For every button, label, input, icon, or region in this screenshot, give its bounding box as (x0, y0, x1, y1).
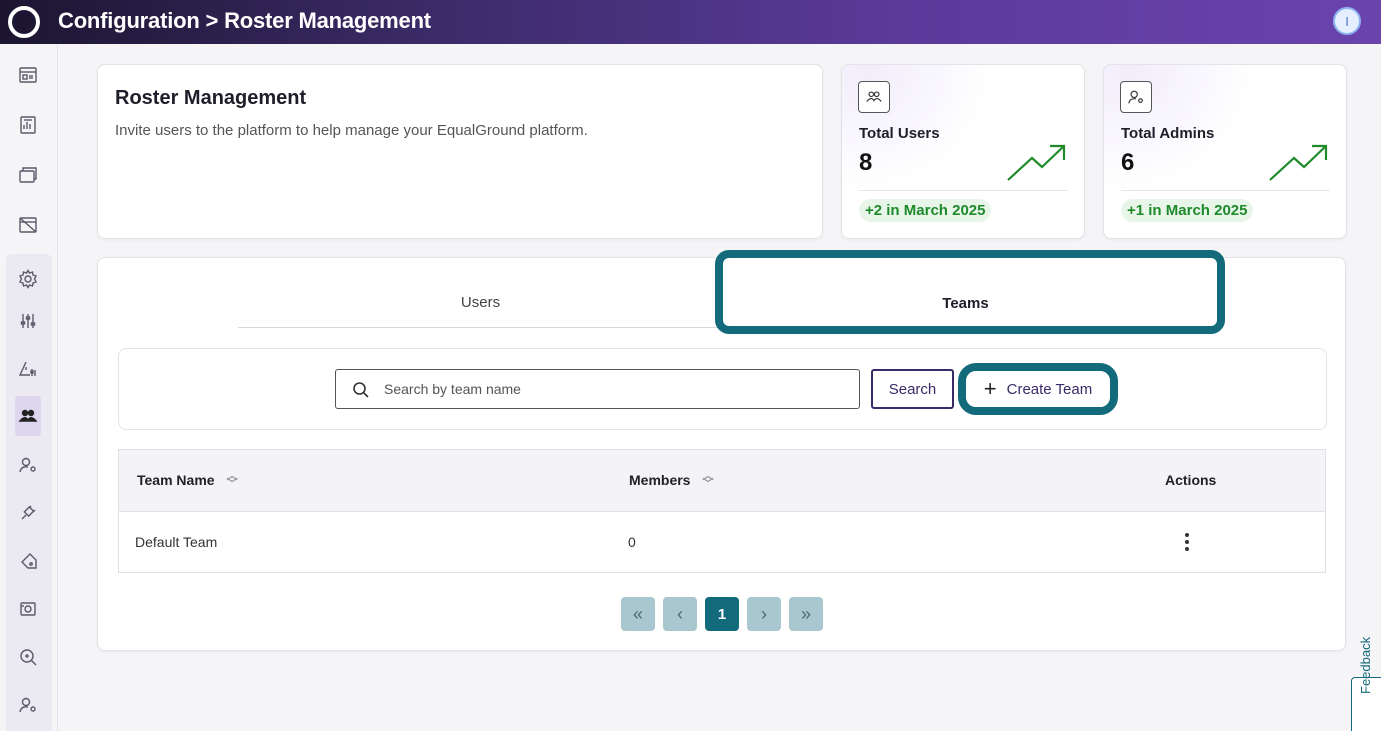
avatar[interactable]: I (1333, 7, 1361, 35)
last-page-button[interactable]: » (789, 597, 823, 631)
windows-icon[interactable] (15, 162, 41, 188)
next-page-button[interactable]: › (747, 597, 781, 631)
gear-icon[interactable] (15, 266, 41, 292)
feedback-tab[interactable]: Feedback (1351, 637, 1381, 731)
user-settings-icon[interactable] (15, 452, 41, 478)
feedback-label: Feedback (1358, 636, 1373, 694)
more-actions-icon[interactable] (1179, 530, 1195, 554)
plus-icon: + (983, 376, 997, 401)
stat-label: Total Users (859, 125, 940, 142)
column-label: Members (629, 472, 691, 488)
users-icon[interactable] (15, 396, 41, 436)
stat-value: 6 (1121, 149, 1135, 176)
sort-icon[interactable]: ︿ ﹀ (227, 471, 238, 490)
toolbar: Search + Create Team (118, 348, 1327, 430)
trend-up-icon (1006, 143, 1068, 183)
total-users-card: Total Users 8 +2 in March 2025 (841, 64, 1085, 239)
section-description: Invite users to the platform to help man… (115, 122, 588, 139)
prev-page-button[interactable]: ‹ (663, 597, 697, 631)
column-actions: Actions (1165, 472, 1216, 488)
team-name-cell: Default Team (135, 534, 218, 550)
create-team-highlight: + Create Team (958, 363, 1118, 415)
report-icon[interactable] (15, 112, 41, 138)
users-icon (858, 81, 890, 113)
search-button[interactable]: Search (871, 369, 954, 409)
first-page-button[interactable]: « (621, 597, 655, 631)
plug-icon[interactable] (15, 500, 41, 526)
camera-icon[interactable] (15, 596, 41, 622)
tab-users[interactable]: Users (238, 278, 723, 328)
search-input[interactable] (384, 370, 844, 408)
divider (1121, 190, 1330, 191)
column-team-name[interactable]: Team Name ︿ ﹀ (137, 471, 238, 490)
admin-icon (1120, 81, 1152, 113)
table-header: Team Name ︿ ﹀ Members ︿ ﹀ Actions (119, 450, 1325, 512)
search-icon (353, 382, 369, 398)
table-row[interactable]: Default Team 0 (119, 512, 1325, 572)
sliders-icon[interactable] (15, 308, 41, 334)
create-team-button[interactable]: + Create Team (966, 371, 1110, 407)
sidebar (0, 44, 58, 731)
stat-change-badge: +2 in March 2025 (859, 199, 992, 222)
tab-teams-highlight (715, 250, 1225, 334)
tag-icon[interactable] (15, 548, 41, 574)
section-title: Roster Management (115, 87, 307, 109)
create-team-label: Create Team (1006, 380, 1093, 398)
divider (859, 190, 1068, 191)
user-settings-icon[interactable] (15, 692, 41, 718)
dashboard-icon[interactable] (15, 62, 41, 88)
alert-settings-icon[interactable] (15, 356, 41, 382)
top-bar: Configuration > Roster Management I (0, 0, 1381, 44)
intro-card: Roster Management Invite users to the pl… (97, 64, 823, 239)
search-zoom-icon[interactable] (15, 644, 41, 670)
trend-up-icon (1268, 143, 1330, 183)
page-1-button[interactable]: 1 (705, 597, 739, 631)
stat-label: Total Admins (1121, 125, 1215, 142)
stat-change-badge: +1 in March 2025 (1121, 199, 1254, 222)
teams-table: Team Name ︿ ﹀ Members ︿ ﹀ Actions Default … (118, 449, 1326, 573)
calendar-off-icon[interactable] (15, 212, 41, 238)
members-cell: 0 (628, 534, 636, 550)
column-label: Actions (1165, 472, 1217, 488)
page-title: Configuration > Roster Management (58, 8, 431, 33)
column-members[interactable]: Members ︿ ﹀ (629, 471, 713, 490)
logo-icon[interactable] (7, 5, 41, 39)
stat-value: 8 (859, 149, 873, 176)
sort-icon[interactable]: ︿ ﹀ (702, 471, 713, 490)
search-field[interactable] (335, 369, 860, 409)
total-admins-card: Total Admins 6 +1 in March 2025 (1103, 64, 1347, 239)
column-label: Team Name (137, 472, 215, 488)
teams-panel: Users Teams Search + Create Team Team Na… (97, 250, 1346, 651)
